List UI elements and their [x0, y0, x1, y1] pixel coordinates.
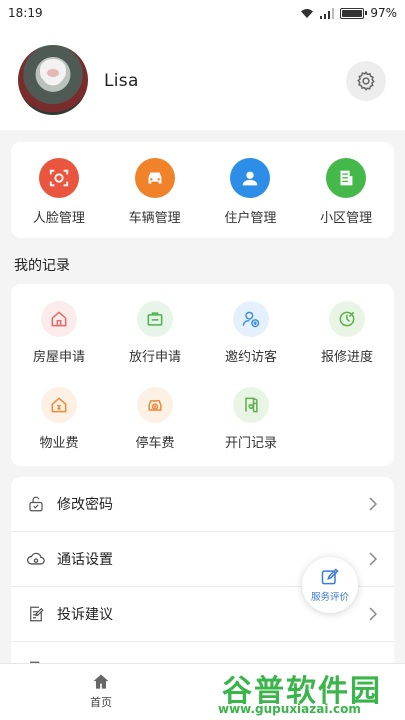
house-apply-icon [41, 301, 77, 337]
vehicle-management-label: 车辆管理 [128, 211, 181, 226]
release-apply-item[interactable]: 放行申请 [107, 301, 203, 365]
repair-progress-label: 报修进度 [320, 350, 373, 365]
door-record-icon [233, 387, 269, 423]
battery-level: 97% [370, 6, 397, 20]
community-management-item[interactable]: 小区管理 [298, 142, 394, 238]
resident-management-label: 住户管理 [224, 211, 277, 226]
service-rating-label: 服务评价 [310, 592, 349, 603]
battery-icon [340, 7, 368, 19]
repair-progress-item[interactable]: 报修进度 [299, 301, 395, 365]
signal-icon [320, 7, 335, 19]
wifi-icon [301, 8, 314, 18]
house-apply-item[interactable]: 房屋申请 [11, 301, 107, 365]
home-icon [93, 674, 109, 689]
settings-button[interactable] [346, 61, 386, 101]
nav-home[interactable]: 首页 [78, 672, 124, 710]
gear-icon [357, 71, 375, 91]
invite-visitor-icon [233, 301, 269, 337]
vehicle-management-item[interactable]: 车辆管理 [107, 142, 203, 238]
community-management-label: 小区管理 [320, 211, 373, 226]
repair-icon [329, 301, 365, 337]
chevron-right-icon [366, 607, 380, 621]
status-bar: 18:19 97% [0, 0, 405, 26]
release-icon [137, 301, 173, 337]
face-management-item[interactable]: 人脸管理 [11, 142, 107, 238]
feedback-icon [25, 603, 47, 625]
records-section-title: 我的记录 [14, 258, 70, 274]
door-record-item[interactable]: 开门记录 [203, 387, 299, 451]
property-fee-label: 物业费 [39, 436, 79, 451]
building-icon [326, 158, 367, 198]
management-card: 人脸管理 车辆管理 住户管理 小区管理 [11, 142, 394, 238]
house-apply-label: 房屋申请 [32, 350, 85, 365]
call-settings-icon [25, 548, 47, 570]
menu-label-change-password: 修改密码 [57, 497, 113, 513]
face-scan-icon [38, 158, 79, 198]
watermark: 谷普软件园 www.gupuxiazai.com [218, 666, 402, 718]
invite-visitor-item[interactable]: 邀约访客 [203, 301, 299, 365]
service-rating-button[interactable]: 服务评价 [302, 557, 358, 613]
face-management-label: 人脸管理 [32, 211, 85, 226]
avatar[interactable] [18, 45, 88, 115]
resident-management-item[interactable]: 住户管理 [203, 142, 299, 238]
profile-header: Lisa [0, 26, 405, 130]
parking-fee-icon [137, 387, 173, 423]
username: Lisa [104, 71, 139, 91]
door-record-label: 开门记录 [224, 436, 277, 451]
edit-icon [321, 568, 339, 585]
menu-item-change-password[interactable]: 修改密码 [11, 477, 394, 532]
records-card: 房屋申请 放行申请 邀约访客 报修进度 物业费 停车费 开门记录 [11, 284, 394, 466]
property-fee-item[interactable]: 物业费 [11, 387, 107, 451]
property-fee-icon [41, 387, 77, 423]
status-time: 18:19 [8, 6, 43, 20]
invite-visitor-label: 邀约访客 [224, 350, 277, 365]
chevron-right-icon [366, 497, 380, 511]
release-apply-label: 放行申请 [128, 350, 181, 365]
chevron-right-icon [366, 552, 380, 566]
nav-home-label: 首页 [90, 696, 112, 709]
watermark-url: www.gupuxiazai.com [218, 702, 361, 716]
parking-fee-label: 停车费 [135, 436, 175, 451]
parking-fee-item[interactable]: 停车费 [107, 387, 203, 451]
resident-icon [230, 158, 271, 198]
lock-icon [25, 493, 47, 515]
car-icon [134, 158, 175, 198]
